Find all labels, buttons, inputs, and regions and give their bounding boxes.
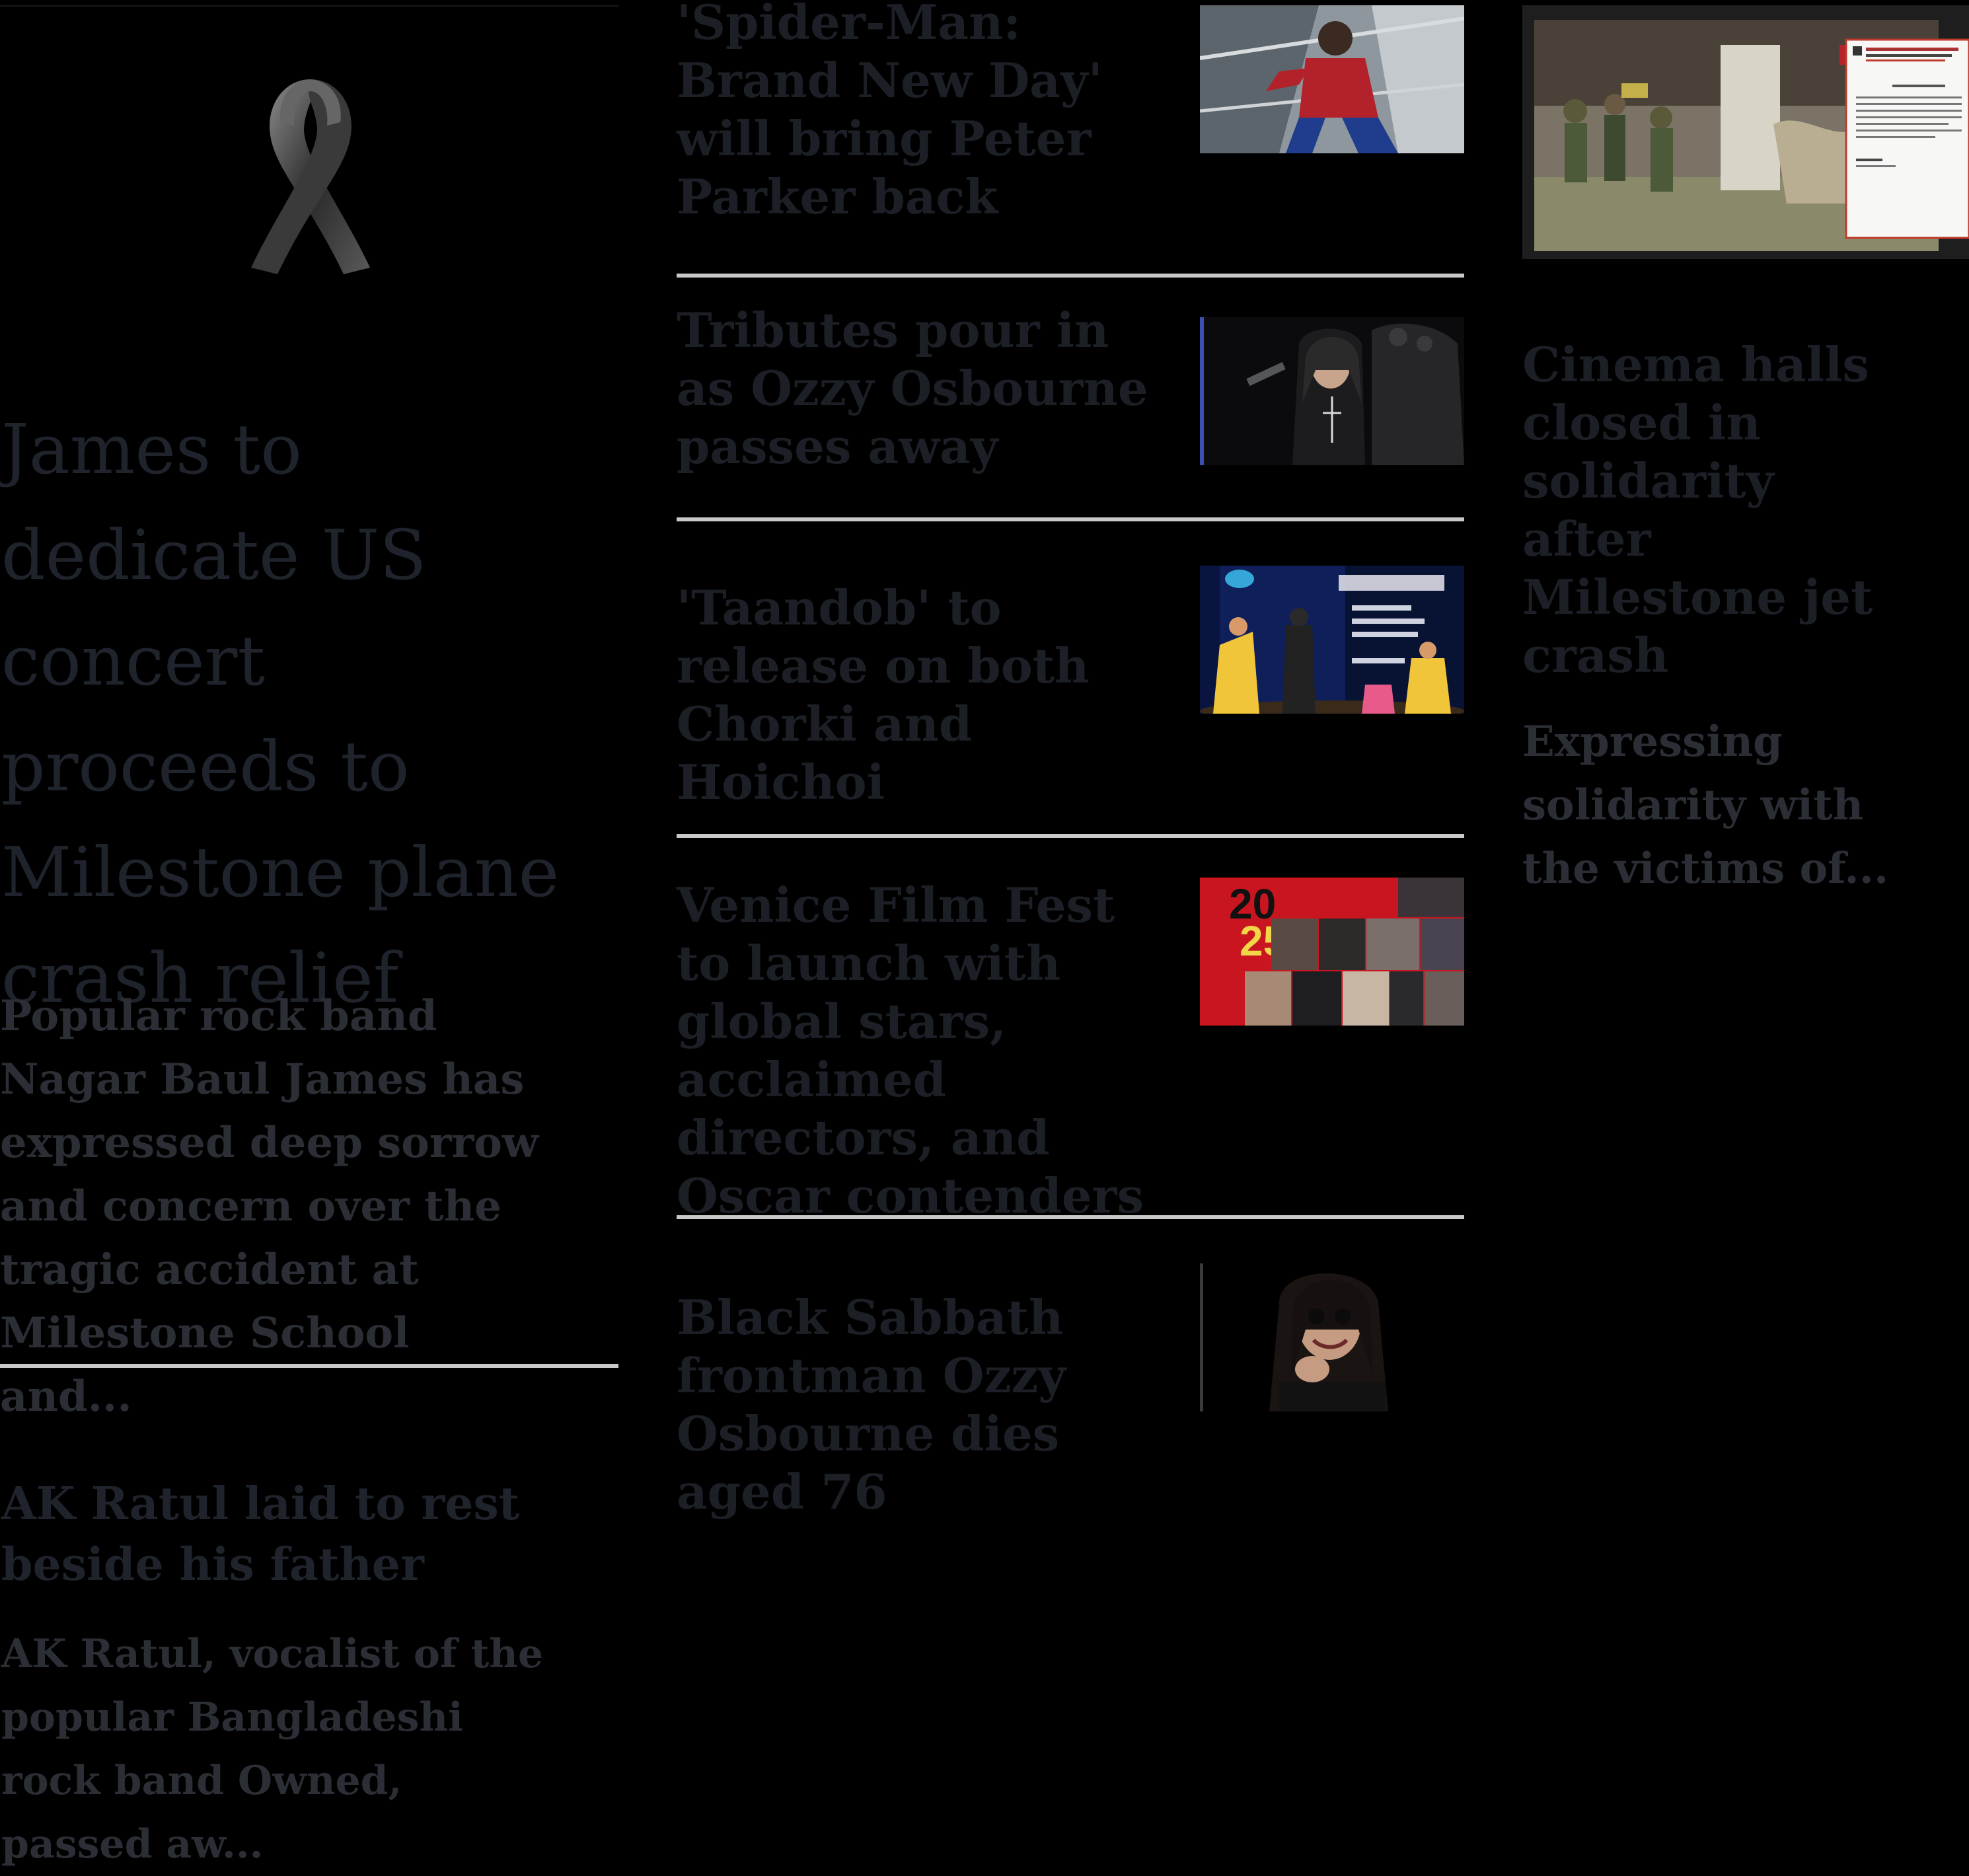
- right-summary: Expressing solidarity with the victims o…: [1522, 717, 1889, 893]
- second-summary: AK Ratul, vocalist of the popular Bangla…: [1, 1631, 544, 1867]
- story-headline[interactable]: Black Sabbath frontman Ozzy Osbourne die…: [677, 1289, 1166, 1521]
- story-headline[interactable]: Tributes pour in as Ozzy Osbourne passes…: [677, 301, 1166, 476]
- venice-collage-photo[interactable]: 20 25: [1200, 878, 1464, 1026]
- divider: [677, 1215, 1464, 1219]
- black-ribbon-icon: [251, 79, 370, 274]
- story-headline[interactable]: 'Taandob' to release on both Chorki and …: [677, 579, 1166, 811]
- story-headline[interactable]: Venice Film Fest to launch with global s…: [677, 876, 1166, 1225]
- divider: [677, 274, 1464, 278]
- divider: [677, 517, 1464, 521]
- lead-summary: Popular rock band Nagar Baul James has e…: [0, 991, 539, 1421]
- lead-story-image[interactable]: [0, 5, 618, 284]
- second-headline[interactable]: AK Ratul laid to rest beside his father: [1, 1474, 543, 1595]
- right-headline[interactable]: Cinema halls closed in solidarity after …: [1522, 336, 1892, 685]
- taandob-stage-photo[interactable]: [1200, 566, 1464, 714]
- ozzy-throne-photo[interactable]: [1200, 317, 1464, 465]
- lead-headline[interactable]: James to dedicate US concert proceeds to…: [1, 396, 596, 1031]
- divider: [0, 1364, 618, 1368]
- spider-man-photo[interactable]: [1200, 5, 1464, 153]
- story-headline[interactable]: 'Spider-Man: Brand New Day' will bring P…: [677, 0, 1166, 226]
- ozzy-portrait-photo[interactable]: [1200, 1263, 1464, 1411]
- divider: [677, 834, 1464, 838]
- crash-site-with-notice-photo[interactable]: [1522, 5, 1969, 259]
